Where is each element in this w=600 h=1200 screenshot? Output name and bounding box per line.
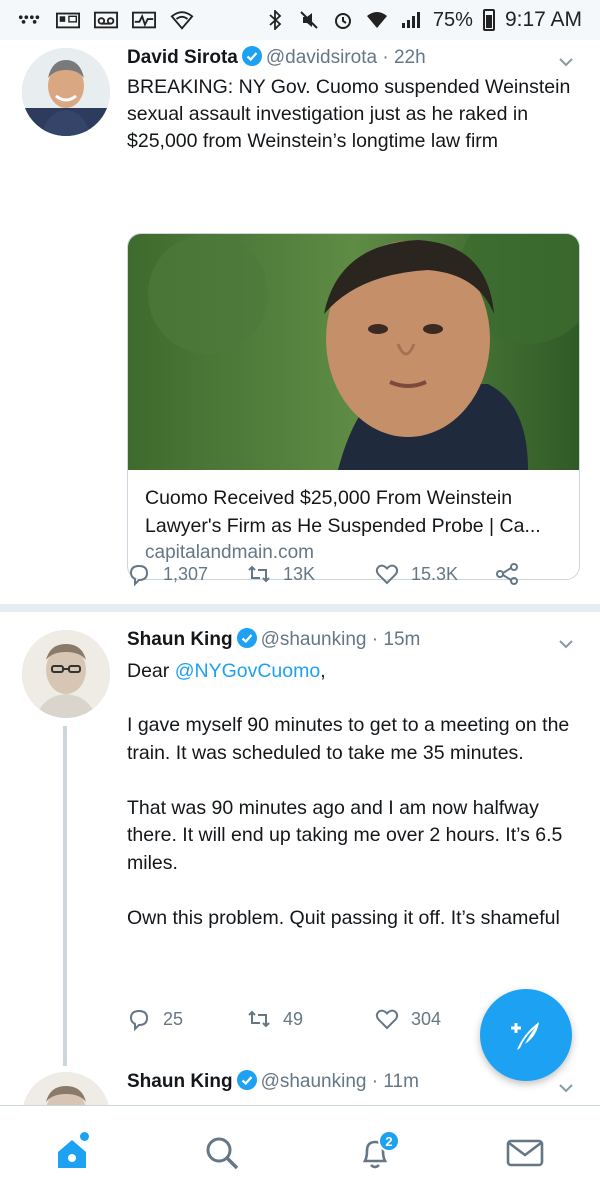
signal-icon xyxy=(399,10,423,30)
retweet-icon xyxy=(248,1010,270,1028)
author-handle[interactable]: @shaunking xyxy=(261,1071,367,1092)
tweet-actions: 1,307 13K 15.3K xyxy=(127,562,519,586)
verified-badge-icon xyxy=(241,46,262,66)
link-card[interactable]: Cuomo Received $25,000 From Weinstein La… xyxy=(127,233,580,580)
wifi-icon xyxy=(365,10,389,30)
link-card-image xyxy=(128,234,579,470)
search-icon xyxy=(206,1137,239,1170)
alarm-icon xyxy=(331,10,355,30)
status-bar: 75% 9:17 AM xyxy=(0,0,600,40)
mention-link[interactable]: @NYGovCuomo xyxy=(175,660,321,682)
verified-badge-icon xyxy=(236,1070,257,1090)
reply-count: 1,307 xyxy=(163,563,209,584)
voicemail-icon xyxy=(94,10,118,30)
chevron-down-icon[interactable] xyxy=(558,1080,574,1096)
separator: · xyxy=(377,47,394,68)
verified-badge-icon xyxy=(236,628,257,648)
mute-icon xyxy=(297,10,321,30)
reply-icon xyxy=(129,1009,149,1031)
author-handle[interactable]: @davidsirota xyxy=(266,47,377,68)
tweet-text: BREAKING: NY Gov. Cuomo suspended Weinst… xyxy=(127,76,576,152)
avatar[interactable] xyxy=(22,1072,110,1105)
retweet-button[interactable]: 13K xyxy=(247,562,375,586)
tweet-time[interactable]: 11m xyxy=(383,1071,419,1092)
retweet-button[interactable]: 49 xyxy=(247,1007,375,1031)
greeting-suffix: , xyxy=(320,660,326,682)
link-card-title: Cuomo Received $25,000 From Weinstein La… xyxy=(145,487,541,537)
nav-search[interactable] xyxy=(197,1128,247,1178)
like-heart-icon xyxy=(375,564,399,585)
tweet-time[interactable]: 15m xyxy=(383,629,420,650)
retweet-count: 49 xyxy=(283,1008,304,1029)
tweet-time[interactable]: 22h xyxy=(394,47,426,68)
share-icon xyxy=(496,563,518,585)
bluetooth-icon xyxy=(263,10,287,30)
tweet-header: Shaun King @shaunking · 11m xyxy=(127,1070,419,1093)
tweet-text: I gave myself 90 minutes to get to a mee… xyxy=(127,714,570,929)
battery-icon xyxy=(482,9,495,31)
like-button[interactable]: 15.3K xyxy=(375,562,495,586)
reply-button[interactable]: 25 xyxy=(127,1007,247,1031)
messages-envelope-icon xyxy=(506,1139,544,1167)
greeting-prefix: Dear xyxy=(127,660,175,682)
like-heart-icon xyxy=(375,1009,399,1030)
like-button[interactable]: 304 xyxy=(375,1007,495,1031)
tweet-greeting: Dear @NYGovCuomo, xyxy=(127,658,587,685)
thread-connector xyxy=(63,726,67,1066)
reply-button[interactable]: 1,307 xyxy=(127,562,247,586)
reply-icon xyxy=(129,564,149,586)
activity-icon xyxy=(132,10,156,30)
author-name[interactable]: Shaun King xyxy=(127,1071,233,1092)
nav-notifications[interactable]: 2 xyxy=(350,1128,400,1178)
like-count: 304 xyxy=(411,1008,442,1029)
tweet-1[interactable]: David Sirota @davidsirota · 22h BREAKING:… xyxy=(0,40,600,610)
battery-percent: 75% xyxy=(432,8,473,31)
tweet-header: Shaun King @shaunking · 15m xyxy=(127,628,420,651)
retweet-icon xyxy=(248,565,270,583)
wifi-secure-icon xyxy=(170,10,194,30)
notifications-badge: 2 xyxy=(378,1130,400,1152)
tweet-divider xyxy=(0,604,600,612)
clock-time: 9:17 AM xyxy=(504,8,582,31)
separator: · xyxy=(366,629,384,650)
link-card-domain: capitalandmain.com xyxy=(145,542,314,563)
app-notification-icon xyxy=(18,10,42,30)
retweet-count: 13K xyxy=(283,563,316,584)
chevron-down-icon[interactable] xyxy=(558,636,574,652)
separator: · xyxy=(366,1071,384,1092)
tweet-header: David Sirota @davidsirota · 22h xyxy=(127,46,426,69)
author-name[interactable]: Shaun King xyxy=(127,629,233,650)
avatar[interactable] xyxy=(22,48,110,136)
bottom-navigation: 2 xyxy=(0,1105,600,1200)
chevron-down-icon[interactable] xyxy=(558,54,574,70)
nav-messages[interactable] xyxy=(500,1128,550,1178)
compose-tweet-button[interactable] xyxy=(480,989,572,1081)
author-name[interactable]: David Sirota xyxy=(127,47,238,68)
avatar[interactable] xyxy=(22,630,110,718)
home-icon xyxy=(58,1140,86,1168)
like-count: 15.3K xyxy=(411,563,459,584)
tweet-actions: 25 49 304 xyxy=(127,1007,495,1031)
compose-tweet-icon xyxy=(511,1022,539,1050)
reply-count: 25 xyxy=(163,1008,184,1029)
new-content-dot xyxy=(80,1132,89,1141)
author-handle[interactable]: @shaunking xyxy=(261,629,367,650)
share-button[interactable] xyxy=(495,562,519,586)
calendar-icon xyxy=(56,10,80,30)
nav-home[interactable] xyxy=(47,1128,97,1178)
